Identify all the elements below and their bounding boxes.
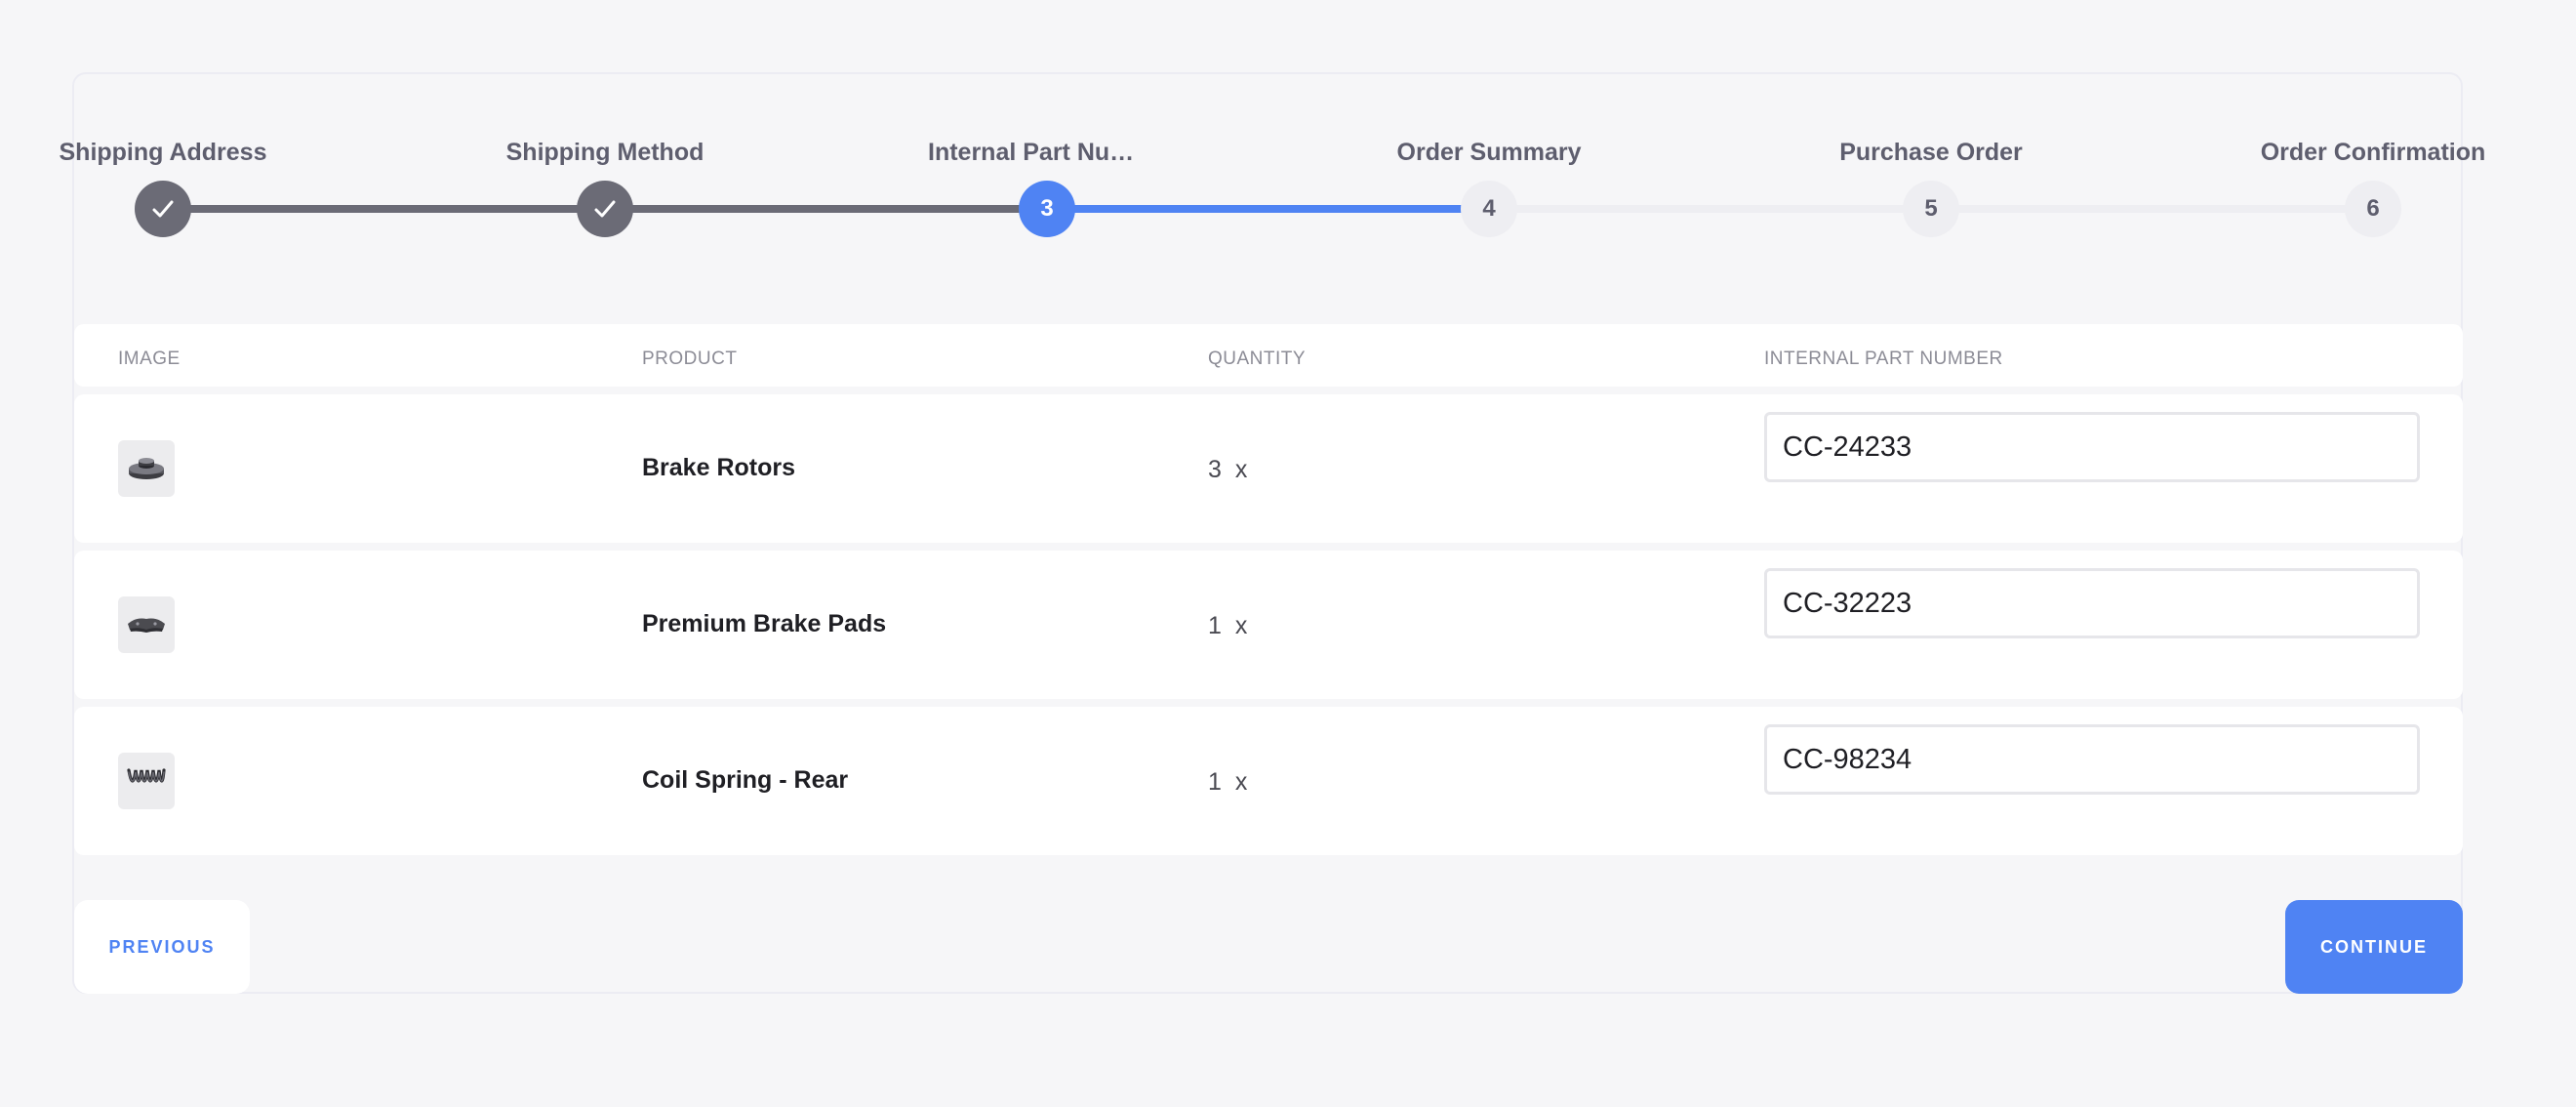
product-name: Coil Spring - Rear [642,766,849,794]
table-header: IMAGE PRODUCT QUANTITY INTERNAL PART NUM… [74,324,2463,387]
internal-part-number-input[interactable] [1764,412,2420,482]
column-header-image: IMAGE [118,348,181,369]
quantity-value: 1 [1208,768,1222,796]
step-label-internal-part-numbers: Internal Part Numbers [928,139,1152,166]
continue-button[interactable]: CONTINUE [2285,900,2463,994]
quantity-value: 3 [1208,456,1222,483]
quantity: 1x [1208,551,1247,701]
quantity-multiplier: x [1234,768,1248,796]
step-5-purchase-order[interactable]: 5 [1903,181,1959,237]
product-image [118,753,175,809]
coil-spring-icon [127,768,166,783]
step-label-shipping-address: Shipping Address [59,139,267,166]
internal-part-number-input[interactable] [1764,568,2420,638]
step-6-order-confirmation[interactable]: 6 [2345,181,2401,237]
step-connector-3-4 [1047,205,1489,213]
product-image [118,440,175,497]
quantity-value: 1 [1208,612,1222,639]
quantity: 3x [1208,394,1247,545]
table-row: Brake Rotors 3x [74,394,2463,543]
step-label-order-summary: Order Summary [1396,139,1582,166]
step-3-internal-part-numbers[interactable]: 3 [1019,181,1075,237]
check-icon [594,200,616,218]
table-row: Premium Brake Pads 1x [74,551,2463,699]
step-connector-2-3 [605,205,1047,213]
checkout-stepper: Shipping Address Shipping Method Interna… [0,0,2576,254]
quantity-multiplier: x [1234,456,1248,483]
step-connector-5-6 [1931,205,2373,213]
step-1-shipping-address[interactable] [135,181,191,237]
product-name: Brake Rotors [642,454,795,481]
step-label-order-confirmation: Order Confirmation [2260,139,2486,166]
column-header-quantity: QUANTITY [1208,348,1307,369]
step-2-shipping-method[interactable] [577,181,633,237]
column-header-product: PRODUCT [642,348,738,369]
table-row: Coil Spring - Rear 1x [74,707,2463,855]
product-image [118,596,175,653]
step-connector-4-5 [1489,205,1931,213]
step-connector-1-2 [163,205,605,213]
brake-rotor-icon [129,458,164,479]
step-label-shipping-method: Shipping Method [505,139,704,166]
column-header-internal-part-number: INTERNAL PART NUMBER [1764,348,2003,369]
brake-pad-icon [128,618,165,633]
check-icon [152,200,174,218]
step-label-purchase-order: Purchase Order [1839,139,2023,166]
product-name: Premium Brake Pads [642,610,887,637]
quantity: 1x [1208,707,1247,857]
step-4-order-summary[interactable]: 4 [1461,181,1517,237]
internal-part-number-input[interactable] [1764,724,2420,795]
previous-button[interactable]: PREVIOUS [74,900,250,994]
quantity-multiplier: x [1234,612,1248,639]
